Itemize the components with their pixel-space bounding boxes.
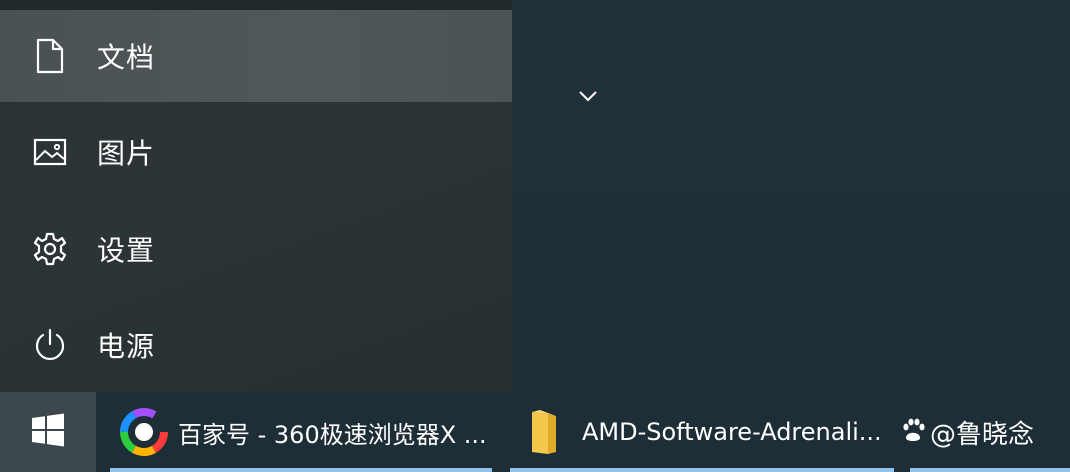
watermark: @鲁晓念 — [900, 408, 1034, 456]
start-menu-left-pane: 文档 图片 设置 电源 — [0, 0, 512, 392]
start-item-pictures[interactable]: 图片 — [0, 106, 512, 198]
taskbar-app-label: AMD-Software-Adrenali... — [582, 418, 882, 446]
watermark-text: @鲁晓念 — [930, 419, 1035, 450]
paw-icon — [900, 417, 926, 447]
taskbar-app-label: 百家号 - 360极速浏览器X ... — [178, 420, 487, 449]
start-item-label: 设置 — [97, 234, 156, 267]
chevron-down-icon[interactable] — [576, 86, 600, 106]
start-item-power[interactable]: 电源 — [0, 299, 512, 391]
start-item-label: 图片 — [97, 137, 156, 170]
start-menu-tile-area — [512, 0, 1070, 392]
gear-icon — [32, 231, 68, 267]
windows-logo-icon — [31, 413, 65, 451]
start-item-label: 文档 — [97, 41, 156, 74]
browser-360-icon — [120, 408, 168, 456]
document-icon — [32, 38, 68, 74]
screen: 文档 图片 设置 电源 百家号 - 360极速浏览器X ... AMD-Soft… — [0, 0, 1070, 472]
folder-icon — [524, 408, 572, 456]
start-item-label: 电源 — [97, 330, 156, 363]
power-icon — [32, 327, 68, 363]
active-indicator — [110, 468, 492, 472]
active-indicator — [910, 468, 1070, 472]
active-indicator — [510, 468, 894, 472]
start-item-documents[interactable]: 文档 — [0, 10, 512, 102]
start-button[interactable] — [0, 392, 96, 472]
taskbar-app-folder[interactable]: AMD-Software-Adrenali... — [510, 392, 894, 472]
top-strip — [0, 0, 512, 10]
pictures-icon — [32, 134, 68, 170]
start-item-settings[interactable]: 设置 — [0, 203, 512, 295]
taskbar-app-browser[interactable]: 百家号 - 360极速浏览器X ... — [110, 392, 492, 472]
